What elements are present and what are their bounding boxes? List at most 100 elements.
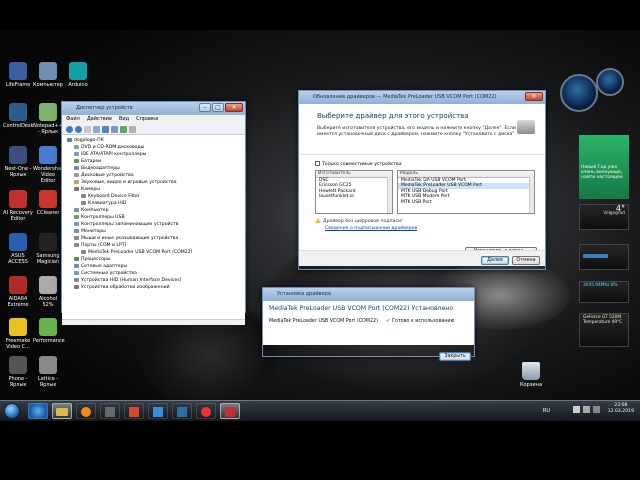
tree-node[interactable]: Устройства обработки изображений	[65, 284, 242, 291]
close-popup-button[interactable]: Закрыть	[439, 352, 471, 361]
properties-icon[interactable]	[93, 126, 100, 133]
desktop-icon[interactable]: Freemake Video C...	[3, 318, 33, 350]
desktop-icon[interactable]: ASUS ACCESS	[3, 233, 33, 265]
driver-signing-link[interactable]: Сведения о подписывании драйверов	[325, 226, 417, 231]
tree-view-icon[interactable]	[84, 126, 91, 133]
maximize-button[interactable]: □	[212, 103, 224, 112]
yandex-icon	[201, 407, 211, 417]
desktop-icon[interactable]: AIDA64 Extreme	[3, 276, 33, 308]
desktop-icon[interactable]: Lattice - Ярлык	[33, 356, 63, 388]
volume-icon[interactable]	[573, 406, 580, 413]
manufacturer-scrollbar[interactable]	[387, 177, 392, 213]
tree-node[interactable]: Мыши и иные указывающие устройства	[65, 235, 242, 242]
desktop-icon[interactable]: Phone - Ярлык	[3, 356, 33, 388]
desktop-icon[interactable]: LifeFrame	[3, 62, 33, 88]
tree-node[interactable]: Камеры	[65, 186, 242, 193]
tree-node[interactable]: Мониторы	[65, 228, 242, 235]
tree-node[interactable]: Процессоры	[65, 256, 242, 263]
desktop-icon[interactable]: Arduino	[63, 62, 93, 88]
cpu-freq-widget[interactable]: 3045.94Mhz 8%	[579, 281, 629, 303]
cancel-button[interactable]: Отмена	[512, 256, 540, 265]
ram-gauge-gadget[interactable]	[596, 68, 624, 96]
close-button[interactable]: ×	[525, 92, 543, 101]
next-button[interactable]: Далее	[481, 256, 509, 265]
taskbar-device-manager[interactable]	[220, 403, 240, 419]
news-tile[interactable]: Новый Год уже очень волнующе, найти наст…	[579, 135, 629, 199]
taskbar-yandex[interactable]	[196, 403, 216, 419]
desktop-icon[interactable]: Alcohol 52%	[33, 276, 63, 308]
network-icon[interactable]	[583, 406, 590, 413]
tree-node[interactable]: Контроллеры USB	[65, 214, 242, 221]
desktop-icon[interactable]: ControlDesk	[3, 103, 34, 129]
tree-node[interactable]: Порты (COM и LPT)	[65, 242, 242, 249]
taskbar-app-1[interactable]	[100, 403, 120, 419]
tree-node[interactable]: Контроллеры запоминающих устройств	[65, 221, 242, 228]
tree-node[interactable]: Звуковые, видео и игровые устройства	[65, 179, 242, 186]
model-list[interactable]: Модель MediaTek DA USB VCOM Port MediaTek…	[397, 170, 535, 214]
tree-node[interactable]: Компьютер	[65, 207, 242, 214]
tree-node[interactable]: Дисковые устройства	[65, 172, 242, 179]
desktop-icon[interactable]: Wondershare Video Editor	[33, 146, 66, 184]
scan-hardware-icon[interactable]	[120, 126, 127, 133]
menu-item[interactable]: Действие	[87, 116, 112, 123]
forward-icon[interactable]	[75, 126, 82, 133]
tree-node[interactable]: MediaTek PreLoader USB VCOM Port (COM22)	[65, 249, 242, 256]
desktop-icon[interactable]: Samsung Magician	[33, 233, 63, 265]
device-manager-window[interactable]: Диспетчер устройств – □ × Файл Действие Ви…	[61, 101, 246, 325]
menu-item[interactable]: Вид	[119, 116, 129, 123]
install-popup-titlebar[interactable]: Установка драйвера	[263, 288, 474, 301]
clock[interactable]: 23:08 12.03.2019	[608, 403, 634, 415]
desktop-icon[interactable]: Компьютер	[33, 62, 63, 88]
monitor-icon[interactable]	[111, 126, 118, 133]
weather-widget[interactable]: 4° Volgograd	[579, 204, 629, 230]
tree-node[interactable]: Видеоадаптеры	[65, 165, 242, 172]
install-complete-popup[interactable]: Установка драйвера MediaTek PreLoader US…	[262, 287, 475, 361]
taskbar-app-3[interactable]	[148, 403, 168, 419]
language-indicator[interactable]: RU	[543, 408, 550, 414]
update-driver-icon[interactable]	[129, 126, 136, 133]
compatible-only-checkbox[interactable]: Только совместимые устройства	[315, 161, 402, 167]
model-item[interactable]: MTK USB Port	[398, 200, 534, 206]
tree-node[interactable]: DVD и CD-ROM дисководы	[65, 144, 242, 151]
taskbar-explorer[interactable]	[52, 403, 72, 419]
cpu-gauge-gadget[interactable]	[560, 74, 598, 112]
taskbar-ie[interactable]	[28, 403, 48, 419]
help-icon[interactable]	[102, 126, 109, 133]
taskbar-app-4[interactable]	[172, 403, 192, 419]
start-button[interactable]	[4, 403, 20, 419]
manufacturer-item[interactable]: lausetfunklet.io	[316, 194, 392, 200]
desktop-icon[interactable]: Performance	[33, 318, 65, 344]
tree-node[interactable]: Keyboard Device Filter	[65, 193, 242, 200]
minimize-button[interactable]: –	[199, 103, 211, 112]
device-manager-titlebar[interactable]: Диспетчер устройств – □ ×	[62, 102, 245, 115]
back-icon[interactable]	[66, 126, 73, 133]
tree-node[interactable]: Устройства HID (Human Interface Devices)	[65, 277, 242, 284]
gpu-widget[interactable]: GeForce GT 520M Temperature 49°C	[579, 313, 629, 347]
close-button[interactable]: ×	[225, 103, 243, 112]
update-driver-dialog[interactable]: Обновление драйверов — MediaTek PreLoade…	[298, 90, 546, 270]
device-tree[interactable]: dogjdogo-ПК DVD и CD-ROM дисководы IDE ATA…	[62, 135, 245, 319]
bottom-letterbox	[0, 421, 640, 480]
model-scrollbar[interactable]	[529, 177, 534, 213]
tree-node[interactable]: Батареи	[65, 158, 242, 165]
tree-node[interactable]: Сетевые адаптеры	[65, 263, 242, 270]
desktop-icon[interactable]: Notepad++ - Ярлык	[33, 103, 63, 135]
taskbar-app-2[interactable]	[124, 403, 144, 419]
tree-node[interactable]: dogjdogo-ПК	[65, 137, 242, 144]
flag-icon[interactable]	[593, 406, 600, 413]
checkbox-box[interactable]	[315, 161, 320, 166]
cpu-freq-text: 3045.94Mhz 8%	[583, 283, 618, 288]
taskbar-media-player[interactable]	[76, 403, 96, 419]
desktop-icon[interactable]: Nest-One - Ярлык	[3, 146, 33, 178]
tree-node[interactable]: Клавиатура HID	[65, 200, 242, 207]
desktop-icon[interactable]: AI Recovery Editor	[3, 190, 33, 222]
tree-node[interactable]: Системные устройства	[65, 270, 242, 277]
recycle-bin[interactable]: Корзина	[516, 362, 546, 388]
driver-dialog-titlebar[interactable]: Обновление драйверов — MediaTek PreLoade…	[299, 91, 545, 104]
manufacturer-list[interactable]: Изготовитель DSC Ericsson GC25 Hewlett Pac…	[315, 170, 393, 214]
tree-node[interactable]: IDE ATA/ATAPI контроллеры	[65, 151, 242, 158]
menu-item[interactable]: Файл	[66, 116, 80, 123]
network-widget[interactable]	[579, 244, 629, 270]
desktop-icon[interactable]: CCleaner	[33, 190, 63, 216]
menu-item[interactable]: Справка	[136, 116, 158, 123]
